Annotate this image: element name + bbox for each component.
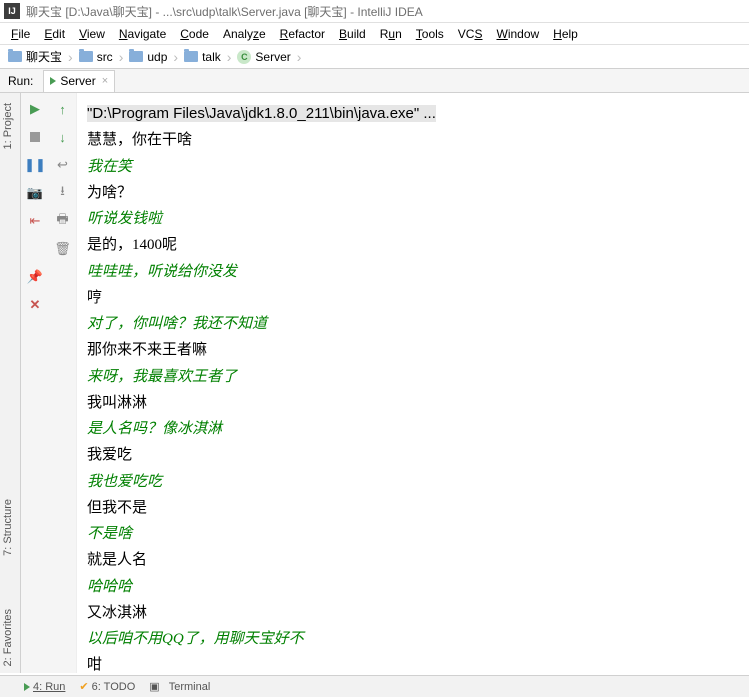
pause-button[interactable]: ❚❚ (25, 155, 45, 175)
console-line: 对了，你叫啥？我还不知道 (87, 311, 739, 337)
close-button[interactable]: ✕ (25, 295, 45, 315)
console-line: 是人名吗？像冰淇淋 (87, 416, 739, 442)
menu-analyze[interactable]: Analyze (216, 27, 273, 41)
chevron-right-icon: › (119, 49, 124, 65)
menu-help[interactable]: Help (546, 27, 585, 41)
bottom-tab-terminal[interactable]: ▣ Terminal (149, 680, 210, 693)
folder-icon (79, 51, 93, 62)
menu-run[interactable]: Run (373, 27, 409, 41)
console-line: 但我不是 (87, 495, 739, 521)
run-actions-column-2: ↑ ↓ ↩ ⭳ 🖶 🗑 (49, 93, 77, 673)
menu-tools[interactable]: Tools (409, 27, 451, 41)
close-icon[interactable]: × (102, 75, 108, 87)
bottom-tab-todo[interactable]: ✔6: TODO (79, 680, 135, 693)
console-line: 哼 (87, 285, 739, 311)
chevron-right-icon: › (173, 49, 178, 65)
breadcrumb-label: src (97, 50, 113, 64)
menu-window[interactable]: Window (489, 27, 546, 41)
chevron-right-icon: › (227, 49, 232, 65)
breadcrumb-label: Server (255, 50, 290, 64)
console-line: 慧慧，你在干啥 (87, 127, 739, 153)
run-tab-bar: Run: Server × (0, 69, 749, 93)
breadcrumb-item[interactable]: udp (125, 50, 171, 64)
run-actions-column-1: ▶ ❚❚ 📷 ⇤ 📌 ✕ (21, 93, 49, 673)
breadcrumb-label: talk (202, 50, 221, 64)
console-line: 不是啥 (87, 521, 739, 547)
console-line: 是的，1400呢 (87, 232, 739, 258)
menu-view[interactable]: View (72, 27, 112, 41)
sidebar-tab-project[interactable]: 1: Project (0, 97, 21, 155)
console-line: 以后咱不用QQ了，用聊天宝好不 (87, 626, 739, 652)
console-line: 哇哇哇，听说给你没发 (87, 259, 739, 285)
folder-icon (129, 51, 143, 62)
console-line: 就是人名 (87, 547, 739, 573)
play-icon (24, 683, 30, 691)
bottom-tab-run[interactable]: 4: Run (24, 681, 65, 693)
soft-wrap-button[interactable]: ↩ (53, 155, 73, 175)
clear-all-button[interactable]: 🗑 (53, 239, 73, 259)
chevron-right-icon: › (297, 49, 302, 65)
console-line: 来呀，我最喜欢王者了 (87, 364, 739, 390)
left-tool-strip: 1: Project 7: Structure 2: Favorites (0, 93, 21, 673)
main-area: 1: Project 7: Structure 2: Favorites ▶ ❚… (0, 93, 749, 673)
menu-vcs[interactable]: VCS (451, 27, 490, 41)
window-title: 聊天宝 [D:\Java\聊天宝] - ...\src\udp\talk\Ser… (26, 3, 423, 20)
console-command-line: "D:\Program Files\Java\jdk1.8.0_211\bin\… (87, 105, 436, 122)
class-icon (237, 50, 251, 64)
menu-bar: File Edit View Navigate Code Analyze Ref… (0, 23, 749, 45)
chevron-right-icon: › (68, 49, 73, 65)
breadcrumb-label: 聊天宝 (26, 48, 62, 65)
dump-threads-button[interactable]: 📷 (25, 183, 45, 203)
console-line: 为啥？ (87, 180, 739, 206)
console-line: 咁 (87, 652, 739, 673)
breadcrumb-item[interactable]: talk (180, 50, 225, 64)
print-button[interactable]: 🖶 (53, 211, 73, 231)
console-line: 听说发钱啦 (87, 206, 739, 232)
intellij-icon: IJ (4, 3, 20, 19)
run-tab-label: Server (60, 74, 95, 88)
sidebar-tab-structure[interactable]: 7: Structure (0, 493, 21, 562)
menu-file[interactable]: File (4, 27, 37, 41)
console-line: 我叫淋淋 (87, 390, 739, 416)
console-line: 我爱吃 (87, 442, 739, 468)
console-line: 哈哈哈 (87, 574, 739, 600)
title-bar: IJ 聊天宝 [D:\Java\聊天宝] - ...\src\udp\talk\… (0, 0, 749, 23)
folder-icon (184, 51, 198, 62)
console-line: 我也爱吃吃 (87, 469, 739, 495)
up-stack-button[interactable]: ↑ (53, 99, 73, 119)
todo-icon: ✔ (79, 680, 88, 693)
menu-edit[interactable]: Edit (37, 27, 72, 41)
rerun-button[interactable]: ▶ (25, 99, 45, 119)
terminal-icon: ▣ (149, 680, 159, 693)
breadcrumb-item[interactable]: Server (233, 50, 294, 64)
console-line: 又冰淇淋 (87, 600, 739, 626)
exit-button[interactable]: ⇤ (25, 211, 45, 231)
run-tab-server[interactable]: Server × (43, 70, 115, 92)
bottom-tool-bar: 4: Run ✔6: TODO ▣ Terminal (0, 675, 749, 697)
breadcrumb-item[interactable]: src (75, 50, 117, 64)
folder-icon (8, 51, 22, 62)
breadcrumb-label: udp (147, 50, 167, 64)
breadcrumb: 聊天宝 › src › udp › talk › Server › (0, 45, 749, 69)
menu-refactor[interactable]: Refactor (273, 27, 332, 41)
stop-button[interactable] (25, 127, 45, 147)
breadcrumb-item[interactable]: 聊天宝 (4, 48, 66, 65)
menu-navigate[interactable]: Navigate (112, 27, 173, 41)
menu-build[interactable]: Build (332, 27, 373, 41)
sidebar-tab-favorites[interactable]: 2: Favorites (0, 603, 21, 672)
pin-button[interactable]: 📌 (25, 267, 45, 287)
console-line: 我在笑 (87, 154, 739, 180)
run-label: Run: (0, 74, 41, 88)
menu-code[interactable]: Code (173, 27, 216, 41)
console-output[interactable]: "D:\Program Files\Java\jdk1.8.0_211\bin\… (77, 93, 749, 673)
down-stack-button[interactable]: ↓ (53, 127, 73, 147)
play-icon (50, 77, 56, 85)
console-line: 那你来不来王者嘛 (87, 337, 739, 363)
scroll-to-end-button[interactable]: ⭳ (53, 183, 73, 203)
